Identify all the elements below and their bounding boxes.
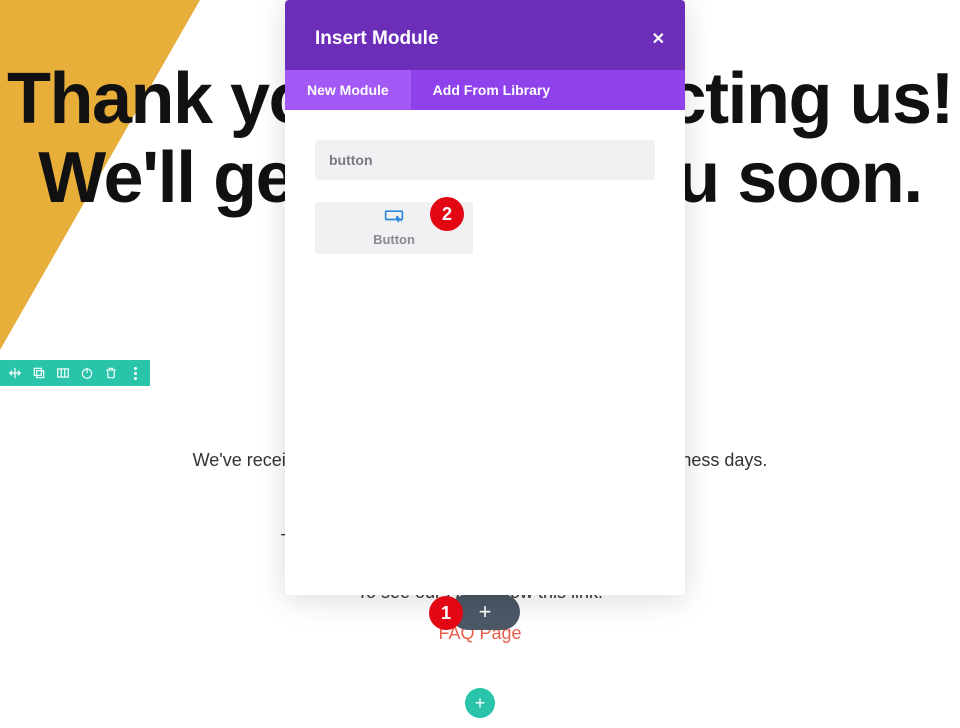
- module-search-input[interactable]: [315, 140, 655, 180]
- module-grid: Button: [315, 202, 655, 254]
- trash-icon[interactable]: [104, 366, 118, 380]
- plus-icon: +: [475, 694, 486, 712]
- power-icon[interactable]: [80, 366, 94, 380]
- duplicate-icon[interactable]: [32, 366, 46, 380]
- modal-header: Insert Module ✕: [285, 0, 685, 70]
- tab-new-module[interactable]: New Module: [285, 70, 411, 110]
- button-icon: [384, 209, 404, 230]
- plus-icon: +: [479, 599, 492, 625]
- columns-icon[interactable]: [56, 366, 70, 380]
- module-item-label: Button: [373, 232, 415, 247]
- insert-module-modal: Insert Module ✕ New Module Add From Libr…: [285, 0, 685, 595]
- close-icon[interactable]: ✕: [652, 1, 665, 49]
- annotation-badge-1: 1: [429, 596, 463, 630]
- modal-title: Insert Module: [315, 28, 439, 50]
- annotation-badge-2: 2: [430, 197, 464, 231]
- add-section-button[interactable]: +: [465, 688, 495, 718]
- modal-tabs: New Module Add From Library: [285, 70, 685, 110]
- tab-add-from-library[interactable]: Add From Library: [411, 70, 572, 110]
- move-icon[interactable]: [8, 366, 22, 380]
- modal-body: Button: [285, 110, 685, 595]
- more-icon[interactable]: [128, 366, 142, 380]
- section-toolbar[interactable]: [0, 360, 150, 386]
